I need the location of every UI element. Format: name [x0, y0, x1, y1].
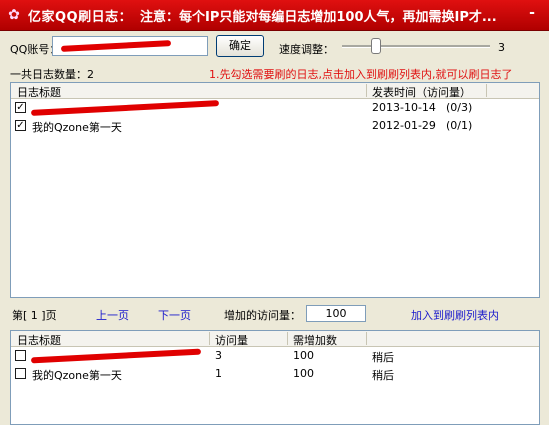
log-row[interactable]: ✓ 2013-10-14 (0/3): [11, 100, 539, 116]
column-visits[interactable]: 访问量: [215, 332, 248, 348]
title-bar: ✿ 亿家QQ刷日志： 注意：每个IP只能对每编日志增加100人气，再加需换IP才…: [0, 0, 549, 31]
row-date: 2013-10-14: [372, 101, 436, 114]
row-needed: 100: [293, 367, 314, 380]
brush-list[interactable]: 日志标题 访问量 需增加数 3 100 稍后 我的Qzone第一天 1 100 …: [10, 330, 540, 425]
next-page-link[interactable]: 下一页: [158, 307, 191, 323]
log-list-header: 日志标题 发表时间（访问量）: [11, 83, 539, 99]
row-visits: 1: [215, 367, 222, 380]
row-views: (0/1): [446, 119, 473, 132]
row-checkbox[interactable]: ✓: [15, 120, 26, 131]
add-to-list-link[interactable]: 加入到刷刷列表内: [411, 307, 499, 323]
row-visits: 3: [215, 349, 222, 362]
row-checkbox[interactable]: [15, 350, 26, 361]
increase-value: 100: [325, 307, 347, 320]
brush-row[interactable]: 我的Qzone第一天 1 100 稍后: [11, 366, 539, 382]
speed-slider-track[interactable]: [342, 45, 490, 48]
brush-row[interactable]: 3 100 稍后: [11, 348, 539, 364]
flower-icon: ✿: [8, 7, 20, 23]
row-title: 我的Qzone第一天: [32, 121, 122, 134]
brush-list-header: 日志标题 访问量 需增加数: [11, 331, 539, 347]
column-publish-time[interactable]: 发表时间（访问量）: [372, 84, 471, 100]
redacted-account-mark: [60, 40, 172, 52]
redacted-title-mark: [30, 348, 202, 364]
column-needed[interactable]: 需增加数: [293, 332, 337, 348]
row-checkbox[interactable]: ✓: [15, 102, 26, 113]
prev-page-link[interactable]: 上一页: [96, 307, 129, 323]
row-views: (0/3): [446, 101, 473, 114]
confirm-button-label: 确定: [229, 39, 251, 52]
increase-input[interactable]: 100: [306, 305, 366, 322]
log-row[interactable]: ✓ 我的Qzone第一天 2012-01-29 (0/1): [11, 118, 539, 134]
app-title: 亿家QQ刷日志：: [28, 10, 133, 25]
total-logs-label: 一共日志数量：2: [10, 68, 94, 81]
minimize-button[interactable]: -: [520, 5, 544, 25]
log-list[interactable]: 日志标题 发表时间（访问量） ✓ 2013-10-14 (0/3) ✓ 我的Qz…: [10, 82, 540, 298]
column-title[interactable]: 日志标题: [17, 84, 61, 100]
row-date: 2012-01-29: [372, 119, 436, 132]
qq-account-input[interactable]: [52, 36, 208, 56]
row-status: 稍后: [372, 351, 394, 364]
page-indicator: 第[ 1 ]页: [12, 309, 57, 322]
row-checkbox[interactable]: [15, 368, 26, 379]
redacted-title-mark: [30, 100, 220, 116]
speed-label: 速度调整：: [279, 43, 334, 56]
column-title[interactable]: 日志标题: [17, 332, 61, 348]
notice-text: 注意：每个IP只能对每编日志增加100人气，再加需换IP才...: [140, 10, 497, 25]
increase-label: 增加的访问量：: [224, 309, 301, 322]
speed-slider-thumb[interactable]: [371, 38, 381, 54]
speed-value: 3: [498, 41, 505, 54]
confirm-button[interactable]: 确定: [216, 35, 264, 57]
row-needed: 100: [293, 349, 314, 362]
row-title: 我的Qzone第一天: [32, 369, 122, 382]
hint-text: 1.先勾选需要刷的日志,点击加入到刷刷列表内,就可以刷日志了: [209, 68, 513, 81]
row-status: 稍后: [372, 369, 394, 382]
